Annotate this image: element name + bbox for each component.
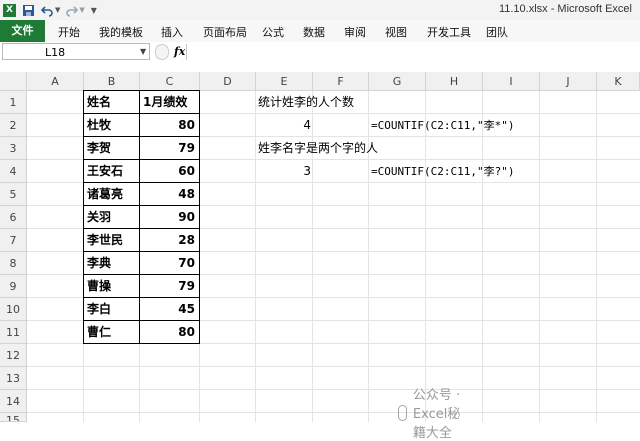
table-cell-score[interactable]: 80 xyxy=(140,321,200,344)
table-cell-score[interactable]: 79 xyxy=(140,275,200,298)
table-cell-name[interactable]: 李典 xyxy=(84,252,140,275)
table-cell-name[interactable]: 王安石 xyxy=(84,160,140,183)
row-header-3[interactable]: 3 xyxy=(0,137,27,160)
cell-e2-result[interactable]: 4 xyxy=(256,114,311,137)
tab-formulas[interactable]: 公式 xyxy=(262,24,284,40)
row-header-1[interactable]: 1 xyxy=(0,91,27,114)
title-bar: X ▼ ▼ ▼ 11.10.xlsx - Microsoft Excel xyxy=(0,0,640,21)
column-header-g[interactable]: G xyxy=(369,72,426,91)
formula-bar: L18 ▼ fx xyxy=(0,42,640,63)
tab-developer[interactable]: 开发工具 xyxy=(427,24,471,40)
gridline xyxy=(27,366,640,367)
gridline xyxy=(482,91,483,422)
table-cell-score[interactable]: 80 xyxy=(140,114,200,137)
cell-e1-note[interactable]: 统计姓李的人个数 xyxy=(258,91,354,114)
tab-page-layout[interactable]: 页面布局 xyxy=(203,24,247,40)
cell-g2-formula[interactable]: =COUNTIF(C2:C11,"李*") xyxy=(371,114,514,137)
gridline xyxy=(27,389,640,390)
formula-input[interactable] xyxy=(190,44,636,60)
column-header-f[interactable]: F xyxy=(313,72,369,91)
table-cell-name[interactable]: 关羽 xyxy=(84,206,140,229)
table-header-score[interactable]: 1月绩效 xyxy=(140,91,200,114)
window-title: 11.10.xlsx - Microsoft Excel xyxy=(498,3,632,15)
table-cell-name[interactable]: 杜牧 xyxy=(84,114,140,137)
select-all-corner[interactable] xyxy=(0,72,27,91)
table-cell-score[interactable]: 45 xyxy=(140,298,200,321)
ribbon-gap xyxy=(0,62,640,72)
column-header-j[interactable]: J xyxy=(540,72,597,91)
cell-e4-result[interactable]: 3 xyxy=(256,160,311,183)
gridline xyxy=(425,91,426,422)
table-cell-score[interactable]: 48 xyxy=(140,183,200,206)
cell-g4-formula[interactable]: =COUNTIF(C2:C11,"李?") xyxy=(371,160,514,183)
tab-home[interactable]: 开始 xyxy=(58,24,80,40)
name-box-dropdown-icon[interactable]: ▼ xyxy=(140,47,146,56)
table-cell-name[interactable]: 李世民 xyxy=(84,229,140,252)
wechat-icon xyxy=(398,404,407,421)
column-header-e[interactable]: E xyxy=(256,72,313,91)
tab-data[interactable]: 数据 xyxy=(303,24,325,40)
gridline xyxy=(596,91,597,422)
formula-bar-divider xyxy=(186,44,187,60)
row-header-10[interactable]: 10 xyxy=(0,298,27,321)
table-cell-score[interactable]: 90 xyxy=(140,206,200,229)
tab-insert[interactable]: 插入 xyxy=(161,24,183,40)
column-header-c[interactable]: C xyxy=(140,72,200,91)
table-cell-score[interactable]: 60 xyxy=(140,160,200,183)
cell-e3-note[interactable]: 姓李名字是两个字的人 xyxy=(258,137,378,160)
row-header-13[interactable]: 13 xyxy=(0,367,27,390)
tab-my-templates[interactable]: 我的模板 xyxy=(99,24,143,40)
gridline xyxy=(27,412,640,413)
table-cell-score[interactable]: 70 xyxy=(140,252,200,275)
row-header-12[interactable]: 12 xyxy=(0,344,27,367)
table-cell-name[interactable]: 曹仁 xyxy=(84,321,140,344)
table-cell-name[interactable]: 曹操 xyxy=(84,275,140,298)
row-header-7[interactable]: 7 xyxy=(0,229,27,252)
row-header-14[interactable]: 14 xyxy=(0,390,27,413)
column-header-d[interactable]: D xyxy=(200,72,256,91)
gridline xyxy=(539,91,540,422)
column-header-i[interactable]: I xyxy=(483,72,540,91)
row-header-4[interactable]: 4 xyxy=(0,160,27,183)
tab-review[interactable]: 审阅 xyxy=(344,24,366,40)
column-header-k[interactable]: K xyxy=(597,72,640,91)
tab-file[interactable]: 文件 xyxy=(0,20,45,42)
watermark: 公众号 · Excel秘籍大全 xyxy=(398,384,460,441)
column-header-h[interactable]: H xyxy=(426,72,483,91)
tab-view[interactable]: 视图 xyxy=(385,24,407,40)
formula-bar-splitter-icon[interactable] xyxy=(155,44,169,60)
row-header-2[interactable]: 2 xyxy=(0,114,27,137)
column-header-b[interactable]: B xyxy=(84,72,140,91)
table-cell-name[interactable]: 李白 xyxy=(84,298,140,321)
row-header-5[interactable]: 5 xyxy=(0,183,27,206)
row-header-6[interactable]: 6 xyxy=(0,206,27,229)
gridline xyxy=(255,91,256,422)
ribbon-tabs: 开始 我的模板 插入 页面布局 公式 数据 审阅 视图 开发工具 团队 xyxy=(0,20,640,43)
table-header-name[interactable]: 姓名 xyxy=(84,91,140,114)
table-cell-name[interactable]: 李贺 xyxy=(84,137,140,160)
row-header-8[interactable]: 8 xyxy=(0,252,27,275)
row-header-15[interactable]: 15 xyxy=(0,413,27,422)
insert-function-button[interactable]: fx xyxy=(174,45,185,58)
column-header-a[interactable]: A xyxy=(27,72,84,91)
table-cell-score[interactable]: 79 xyxy=(140,137,200,160)
table-cell-name[interactable]: 诸葛亮 xyxy=(84,183,140,206)
tab-team[interactable]: 团队 xyxy=(486,24,508,40)
name-box[interactable]: L18 xyxy=(2,43,150,60)
table-cell-score[interactable]: 28 xyxy=(140,229,200,252)
row-header-11[interactable]: 11 xyxy=(0,321,27,344)
row-header-9[interactable]: 9 xyxy=(0,275,27,298)
